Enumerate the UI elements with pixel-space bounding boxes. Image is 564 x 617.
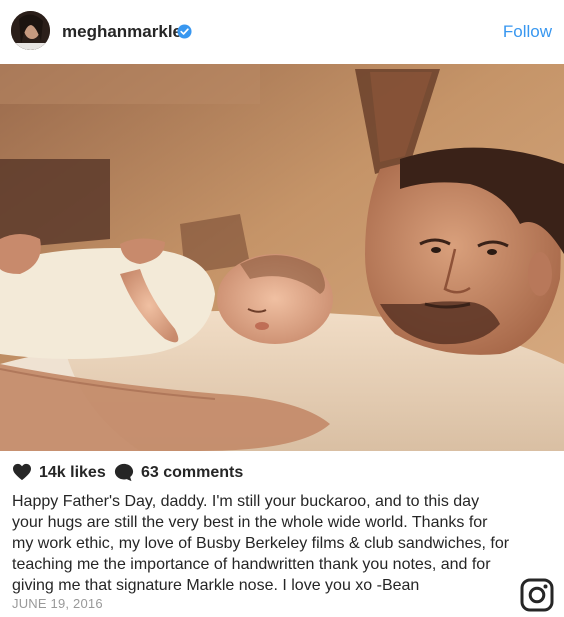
- post-photo[interactable]: [0, 64, 564, 451]
- follow-button[interactable]: Follow: [503, 22, 552, 42]
- avatar[interactable]: [11, 11, 50, 50]
- post-actions: 14k likes 63 comments: [0, 451, 564, 491]
- comment-bubble-icon[interactable]: [114, 463, 134, 482]
- instagram-logo-icon[interactable]: [520, 578, 554, 612]
- heart-icon[interactable]: [12, 463, 32, 481]
- verified-badge-icon: [177, 24, 192, 39]
- post-header: meghanmarkle Follow: [0, 0, 564, 64]
- comments-count[interactable]: 63 comments: [141, 463, 243, 482]
- likes-count[interactable]: 14k likes: [39, 463, 106, 482]
- post-date[interactable]: JUNE 19, 2016: [12, 596, 103, 612]
- post-caption: Happy Father's Day, daddy. I'm still you…: [12, 493, 510, 594]
- username[interactable]: meghanmarkle: [62, 22, 182, 42]
